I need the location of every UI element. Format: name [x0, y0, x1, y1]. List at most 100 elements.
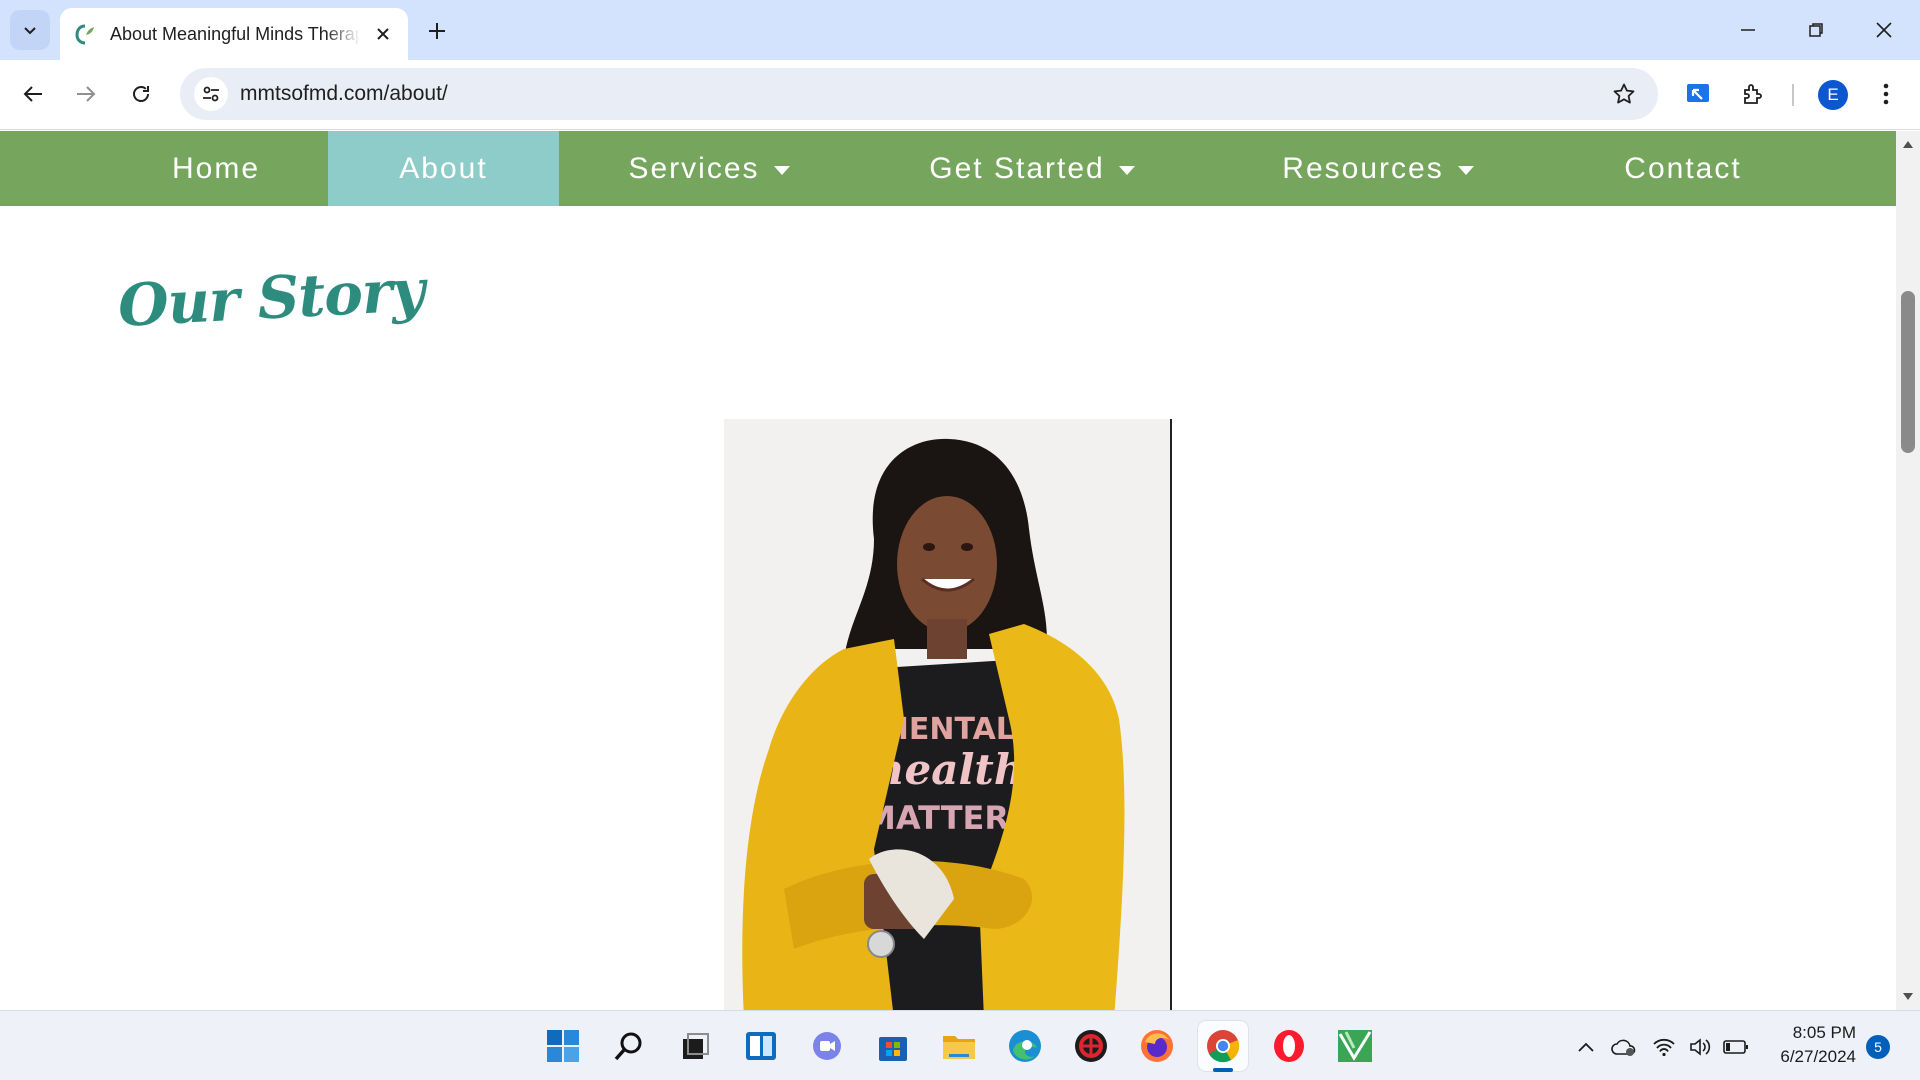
wifi-icon [1653, 1038, 1675, 1057]
chrome-icon [1207, 1030, 1240, 1063]
scroll-down-icon[interactable] [1903, 993, 1913, 1000]
system-clock[interactable]: 8:05 PM 6/27/2024 [1766, 1021, 1856, 1069]
nav-resources-label: Resources [1282, 151, 1444, 185]
nav-about-label: About [399, 151, 488, 185]
battery-icon [1723, 1040, 1748, 1054]
page-title: Our Story [116, 256, 426, 340]
nav-resources[interactable]: Resources [1205, 131, 1551, 206]
tray-overflow-button[interactable] [1572, 1033, 1600, 1061]
edge-button[interactable] [1000, 1021, 1050, 1071]
red-app-button[interactable] [1066, 1021, 1116, 1071]
file-explorer-button[interactable] [934, 1021, 984, 1071]
store-icon [879, 1037, 907, 1061]
tab-close-icon[interactable] [372, 23, 394, 45]
browser-toolbar: mmtsofmd.com/about/ E [0, 60, 1920, 130]
cast-extension-button[interactable] [1678, 74, 1718, 114]
back-button[interactable] [13, 74, 53, 114]
wifi-tray[interactable] [1650, 1033, 1678, 1061]
puzzle-icon [1744, 84, 1762, 104]
clock-time: 8:05 PM [1792, 1023, 1856, 1042]
chrome-button[interactable] [1198, 1021, 1248, 1072]
running-indicator [1213, 1068, 1233, 1072]
toolbar-separator [1792, 84, 1794, 106]
file-explorer-icon [943, 1036, 975, 1059]
arrow-right-icon [77, 86, 96, 102]
task-view-icon [683, 1033, 709, 1059]
tune-icon [203, 86, 219, 102]
opera-icon [1274, 1030, 1304, 1062]
tab-strip: About Meaningful Minds Therapy [0, 0, 1920, 60]
widgets-button[interactable] [736, 1021, 786, 1071]
taskbar-search[interactable] [604, 1021, 654, 1071]
tab-search-button[interactable] [10, 10, 50, 50]
reload-icon [133, 86, 149, 102]
plus-icon [429, 23, 445, 39]
new-tab-button[interactable] [420, 14, 454, 48]
green-app-button[interactable] [1330, 1021, 1380, 1071]
caret-down-icon [1457, 166, 1474, 175]
nav-home-label: Home [171, 151, 261, 185]
page-viewport: Home About Services Get Started Resource… [0, 131, 1896, 1010]
task-view-button[interactable] [670, 1021, 720, 1071]
app-green-icon [1338, 1030, 1372, 1062]
teams-icon [813, 1032, 841, 1060]
chrome-menu-button[interactable] [1866, 74, 1906, 114]
restore-icon [1809, 23, 1823, 37]
volume-icon [1690, 1038, 1711, 1056]
clock-date: 6/27/2024 [1780, 1047, 1856, 1066]
windows-taskbar: 8:05 PM 6/27/2024 5 [0, 1010, 1920, 1080]
search-icon [614, 1032, 642, 1061]
caret-down-icon [773, 166, 790, 175]
close-icon [1876, 22, 1892, 38]
start-icon [547, 1030, 579, 1062]
onedrive-tray[interactable] [1610, 1033, 1638, 1061]
nav-contact[interactable]: Contact [1551, 131, 1815, 206]
scrollbar-thumb[interactable] [1901, 291, 1915, 453]
nav-get-started[interactable]: Get Started [859, 131, 1205, 206]
nav-services-label: Services [628, 151, 760, 185]
minimize-button[interactable] [1714, 0, 1782, 60]
notification-badge[interactable]: 5 [1866, 1035, 1890, 1059]
arrow-left-icon [23, 86, 42, 102]
bookmark-star-button[interactable] [1608, 78, 1640, 110]
site-info-button[interactable] [194, 77, 228, 111]
battery-tray[interactable] [1722, 1033, 1750, 1061]
screencast-icon [1687, 84, 1709, 102]
minimize-icon [1741, 29, 1755, 31]
nav-contact-label: Contact [1624, 151, 1742, 185]
url-text[interactable]: mmtsofmd.com/about/ [240, 82, 448, 106]
address-bar[interactable]: mmtsofmd.com/about/ [180, 68, 1658, 120]
volume-tray[interactable] [1686, 1033, 1714, 1061]
restore-button[interactable] [1782, 0, 1850, 60]
extensions-button[interactable] [1733, 74, 1773, 114]
forward-button[interactable] [66, 74, 106, 114]
site-navigation: Home About Services Get Started Resource… [0, 131, 1896, 206]
close-window-button[interactable] [1850, 0, 1918, 60]
more-vert-icon [1883, 83, 1889, 105]
nav-home[interactable]: Home [104, 131, 328, 206]
chevron-down-icon [24, 27, 36, 35]
cloud-icon [1611, 1039, 1636, 1056]
start-button[interactable] [538, 1021, 588, 1071]
reload-button[interactable] [121, 74, 161, 114]
nav-about[interactable]: About [328, 131, 559, 206]
widgets-icon [746, 1032, 776, 1060]
teams-chat-button[interactable] [802, 1021, 852, 1071]
profile-avatar[interactable]: E [1818, 80, 1848, 110]
active-tab[interactable]: About Meaningful Minds Therapy [60, 8, 408, 60]
shirt-text-2: health [874, 745, 1024, 794]
firefox-icon [1141, 1030, 1173, 1062]
page-scrollbar[interactable] [1896, 131, 1920, 1010]
firefox-button[interactable] [1132, 1021, 1182, 1071]
nav-get-started-label: Get Started [929, 151, 1105, 185]
edge-icon [1009, 1030, 1041, 1062]
scroll-up-icon[interactable] [1903, 141, 1913, 148]
chevron-up-icon [1578, 1042, 1594, 1052]
site-favicon-icon [75, 24, 94, 45]
tab-title: About Meaningful Minds Therapy [110, 23, 360, 44]
app-red-icon [1075, 1030, 1107, 1062]
nav-services[interactable]: Services [559, 131, 859, 206]
opera-button[interactable] [1264, 1021, 1314, 1071]
store-button[interactable] [868, 1021, 918, 1071]
portrait-photo: MENTAL health MATTERS [724, 419, 1172, 1010]
